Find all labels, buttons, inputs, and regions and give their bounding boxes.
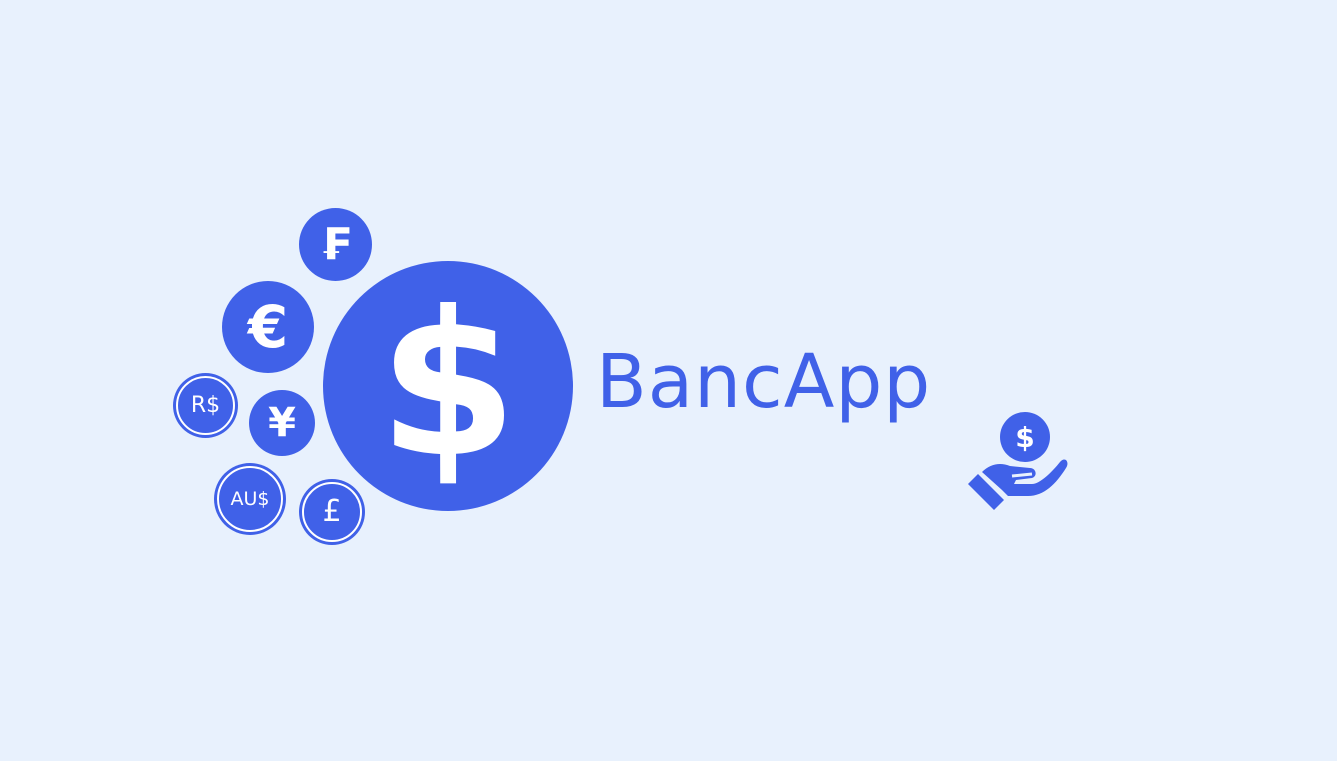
splash-screen: ₣ € R$ ¥ AU$ £ $ BancApp $	[0, 0, 1337, 761]
yen-symbol: ¥	[268, 400, 296, 446]
dollar-coin-icon: $	[323, 261, 573, 511]
real-symbol: R$	[190, 392, 221, 418]
euro-coin-icon: €	[222, 281, 314, 373]
yen-coin-icon: ¥	[249, 390, 315, 456]
aud-symbol: AU$	[230, 487, 270, 510]
aud-coin-icon: AU$	[214, 463, 286, 535]
franc-coin-icon: ₣	[299, 208, 372, 281]
franc-symbol: ₣	[320, 218, 351, 270]
hand-holding-coin-icon: $	[966, 412, 1068, 512]
real-coin-icon: R$	[173, 373, 238, 438]
hand-palm	[982, 459, 1068, 496]
hand-finger-line	[1011, 472, 1033, 478]
pound-symbol: £	[322, 494, 342, 529]
pound-coin-icon: £	[299, 479, 365, 545]
hand-holding-coin-svg: $	[968, 412, 1068, 510]
euro-symbol: €	[247, 293, 289, 361]
hand-coin-symbol: $	[1015, 421, 1034, 454]
brand-name: BancApp	[596, 339, 932, 425]
dollar-symbol: $	[378, 269, 518, 502]
